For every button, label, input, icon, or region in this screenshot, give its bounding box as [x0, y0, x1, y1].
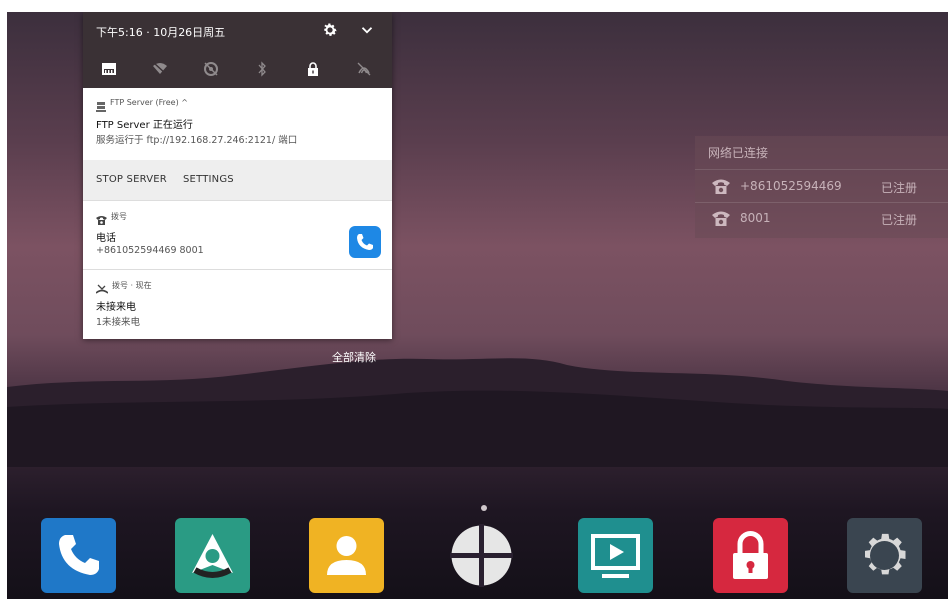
missed-app-label: 拨号 · 现在	[112, 281, 152, 290]
ethernet-icon[interactable]	[83, 50, 134, 88]
apps-launcher-icon[interactable]	[444, 518, 519, 593]
wallpaper-mountain	[7, 358, 948, 467]
account-number: 8001	[740, 211, 771, 225]
notification-shade: 下午5:16 · 10月26日周五 FTP Server (Free) ^ FT…	[83, 12, 392, 339]
wifi-off-icon[interactable]	[134, 50, 185, 88]
missed-call-notification[interactable]: 拨号 · 现在 未接来电 1未接来电	[83, 269, 392, 339]
account-row[interactable]: 8001 已注册	[695, 202, 948, 234]
navigation-app-icon[interactable]	[175, 518, 250, 593]
location-off-icon[interactable]	[185, 50, 236, 88]
ftp-notification[interactable]: FTP Server (Free) ^ FTP Server 正在运行 服务运行…	[83, 88, 392, 160]
settings-app-icon[interactable]	[847, 518, 922, 593]
missed-title: 未接来电	[96, 302, 136, 313]
account-row[interactable]: +861052594469 已注册	[695, 169, 948, 203]
clear-all-button[interactable]: 全部清除	[332, 349, 376, 365]
dial-title: 电话	[96, 233, 116, 244]
lock-app-icon[interactable]	[713, 518, 788, 593]
phone-icon	[712, 209, 730, 227]
clock-date: 下午5:16 · 10月26日周五	[96, 26, 226, 39]
ftp-actions-bar: STOP SERVER SETTINGS	[83, 160, 392, 200]
shade-header: 下午5:16 · 10月26日周五	[83, 12, 392, 50]
dial-app-label: 拨号	[111, 212, 127, 221]
quick-settings-row	[83, 50, 392, 88]
page-indicator-dot	[481, 505, 487, 511]
nfc-off-icon[interactable]	[338, 50, 389, 88]
missed-body: 1未接来电	[96, 317, 141, 328]
network-status-widget: 网络已连接 +861052594469 已注册 8001 已注册	[695, 136, 948, 238]
dial-body: +861052594469 8001	[96, 245, 204, 256]
screen-share-app-icon[interactable]	[578, 518, 653, 593]
stop-server-button[interactable]: STOP SERVER	[96, 174, 167, 185]
phone-icon	[712, 177, 730, 195]
ftp-title: FTP Server 正在运行	[96, 120, 193, 131]
call-app-icon[interactable]	[349, 226, 381, 258]
contacts-app-icon[interactable]	[309, 518, 384, 593]
phone-small-icon	[96, 210, 107, 229]
expand-chevron-icon[interactable]	[358, 21, 376, 39]
ftp-body: 服务运行于 ftp://192.168.27.246:2121/ 端口	[96, 135, 298, 146]
phone-app-icon[interactable]	[41, 518, 116, 593]
dial-notification[interactable]: 拨号 电话 +861052594469 8001	[83, 200, 392, 269]
settings-icon[interactable]	[321, 21, 339, 39]
missed-call-icon	[95, 279, 109, 298]
account-status: 已注册	[881, 213, 918, 227]
account-status: 已注册	[881, 181, 918, 195]
home-screen: 下午5:16 · 10月26日周五 FTP Server (Free) ^ FT…	[7, 12, 948, 599]
settings-button[interactable]: SETTINGS	[183, 174, 234, 185]
network-header: 网络已连接	[708, 146, 769, 160]
lock-icon[interactable]	[287, 50, 338, 88]
ftp-app-label: FTP Server (Free) ^	[110, 98, 188, 107]
bluetooth-off-icon[interactable]	[236, 50, 287, 88]
account-number: +861052594469	[740, 179, 842, 193]
ftp-server-icon	[96, 97, 106, 116]
